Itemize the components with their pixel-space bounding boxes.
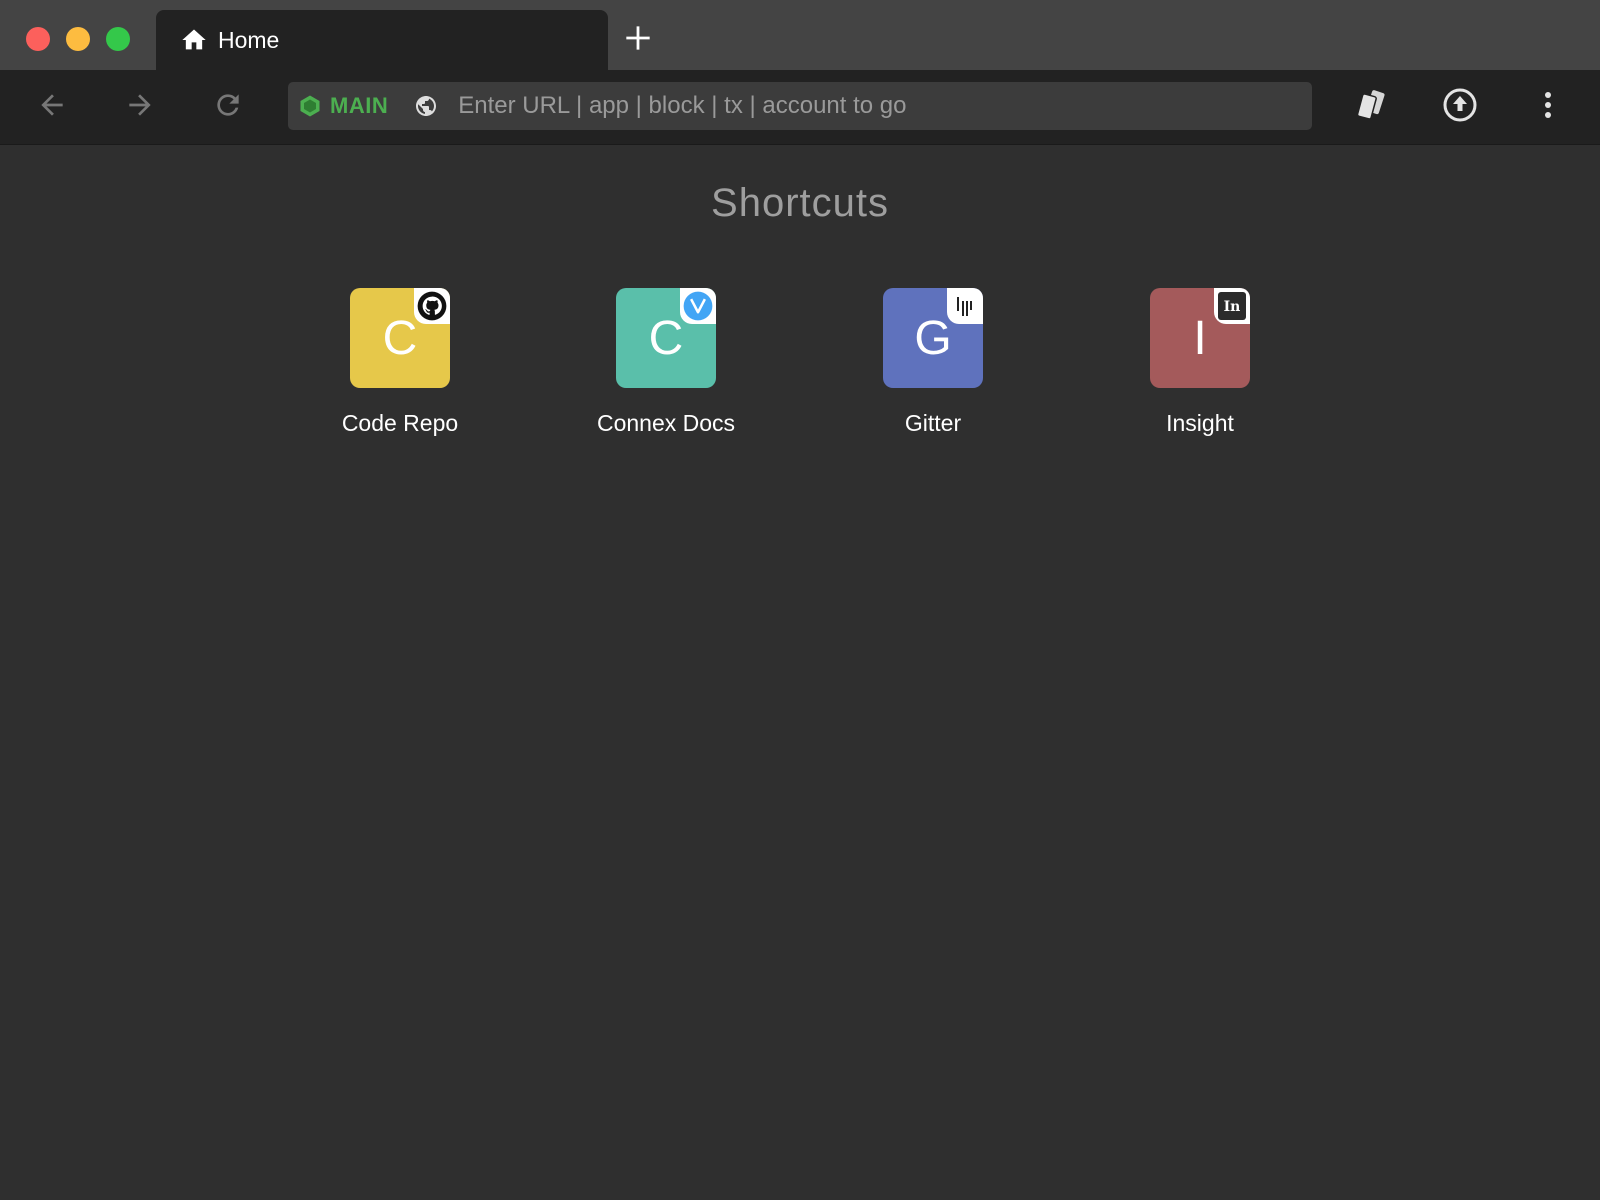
vuejs-icon [680,288,716,324]
hexagon-icon [298,94,322,118]
window-minimize-button[interactable] [66,27,90,51]
browser-window: Home MAIN Enter URL | app | block | tx |… [0,0,1600,1200]
home-page: Shortcuts C Code Repo C Connex Docs G Gi… [0,145,1600,1200]
shortcut-label: Code Repo [341,410,459,436]
window-maximize-button[interactable] [106,27,130,51]
reload-icon [212,89,244,126]
github-icon [414,288,450,324]
wallet-button[interactable] [1352,87,1392,127]
address-bar: MAIN [288,82,1312,130]
more-vert-icon [1530,87,1566,128]
shortcut-label: Connex Docs [596,410,736,436]
home-icon [180,26,208,54]
shortcut-label: Gitter [904,410,962,436]
more-menu-button[interactable] [1528,87,1568,127]
wallet-cards-icon [1354,87,1390,128]
shortcut-connex-docs[interactable]: C Connex Docs [566,288,766,437]
upload-circle-icon [1442,87,1478,128]
title-bar: Home [0,0,1600,70]
address-input[interactable] [456,85,1312,127]
tab-home[interactable]: Home [156,10,608,70]
tab-label: Home [218,26,280,53]
shortcut-label: Insight [1166,410,1234,436]
upload-button[interactable] [1440,87,1480,127]
reload-button[interactable] [207,86,249,128]
shortcut-tile: C [616,288,716,388]
svg-text:In: In [1224,299,1241,315]
page-title: Shortcuts [711,181,889,225]
network-selector[interactable]: MAIN [298,93,388,119]
globe-icon [414,94,438,118]
shortcut-tile: C [350,288,450,388]
back-arrow-icon [36,89,68,126]
forward-button[interactable] [119,86,161,128]
shortcut-tile: G [883,288,983,388]
new-tab-button[interactable] [620,22,656,58]
plus-icon [624,24,652,57]
gitter-icon [947,288,983,324]
window-close-button[interactable] [26,27,50,51]
shortcut-tile: I In [1150,288,1250,388]
back-button[interactable] [31,86,73,128]
network-label: MAIN [330,93,389,118]
shortcut-insight[interactable]: I In Insight [1100,288,1300,437]
toolbar: MAIN [0,70,1600,145]
forward-arrow-icon [124,89,156,126]
shortcut-gitter[interactable]: G Gitter [833,288,1033,437]
shortcut-code-repo[interactable]: C Code Repo [300,288,500,437]
insight-icon: In [1214,288,1250,324]
